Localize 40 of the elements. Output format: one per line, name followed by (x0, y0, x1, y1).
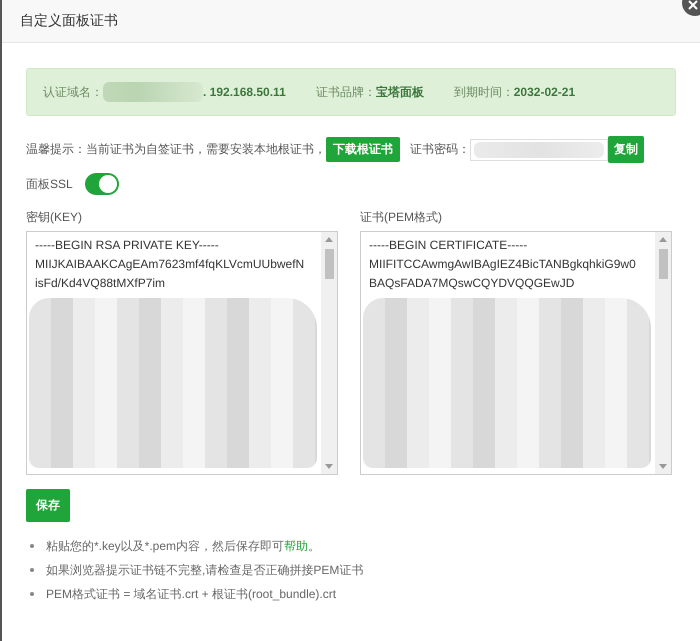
info-label: 认证域名： (43, 84, 103, 100)
bullet-icon (30, 544, 34, 548)
tip-text: 温馨提示：当前证书为自签证书，需要安装本地根证书， (26, 141, 326, 158)
note-text: PEM格式证书 = 域名证书.crt + 根证书(root_bundle).crt (46, 586, 336, 602)
note-text: 粘贴您的*.key以及*.pem内容，然后保存即可帮助。 (46, 538, 320, 554)
window-title: 自定义面板证书 (20, 12, 118, 30)
bullet-icon (30, 592, 34, 596)
scrollbar[interactable] (655, 232, 671, 474)
password-label: 证书密码： (410, 141, 470, 158)
help-link[interactable]: 帮助 (284, 539, 308, 553)
text-line: BAQsFADA7MQswCQYDVQQGEwJD (369, 275, 576, 292)
scrollbar-thumb[interactable] (324, 249, 334, 279)
text-line: -----BEGIN RSA PRIVATE KEY----- (35, 237, 220, 254)
text-line: MIIFITCCAwmgAwIBAgIEZ4BicTANBgkqhkiG9w0 (369, 256, 637, 273)
text-line: -----BEGIN CERTIFICATE----- (369, 237, 528, 254)
text-line: MIIJKAIBAAKCAgEAm7623mf4fqKLVcmUUbwefN (35, 256, 306, 273)
info-value: 宝塔面板 (376, 84, 424, 100)
info-label: 证书品牌： (316, 84, 376, 100)
scroll-up-icon[interactable] (659, 237, 667, 242)
save-button[interactable]: 保存 (26, 489, 70, 522)
info-label: 到期时间： (454, 84, 514, 100)
ssl-label: 面板SSL (26, 176, 73, 192)
text-area[interactable]: -----BEGIN RSA PRIVATE KEY----- MIIJKAIBAAKCAgEAm7623mf4fqKLVcmUUbwefN isFd/Kd4VQ88tMXfP7im (26, 231, 338, 475)
text-line: isFd/Kd4VQ88tMXfP7im (35, 275, 166, 292)
text-area[interactable]: -----BEGIN CERTIFICATE----- MIIFITCCAwmgAwIBAgIEZ4BicTANBgkqhkiG9w0 BAQsFADA7MQswCQYDVQQGEwJD (360, 231, 672, 475)
scrollbar[interactable] (321, 232, 337, 474)
info-value: 2032-02-21 (514, 85, 576, 99)
ssl-toggle[interactable] (84, 173, 119, 195)
scroll-down-icon[interactable] (659, 464, 667, 469)
editor-label: 密钥(KEY) (26, 209, 84, 226)
scrollbar-thumb[interactable] (658, 249, 668, 279)
password-field[interactable] (470, 138, 608, 160)
editor-label: 证书(PEM格式) (360, 209, 443, 226)
copy-button[interactable]: 复制 (608, 136, 644, 163)
bullet-icon (30, 568, 34, 572)
note-text: 如果浏览器提示证书链不完整,请检查是否正确拼接PEM证书 (46, 562, 364, 578)
scroll-up-icon[interactable] (325, 237, 333, 242)
download-button[interactable]: 下载根证书 (326, 137, 400, 162)
info-value: . 192.168.50.11 (203, 85, 286, 99)
scroll-down-icon[interactable] (325, 464, 333, 469)
